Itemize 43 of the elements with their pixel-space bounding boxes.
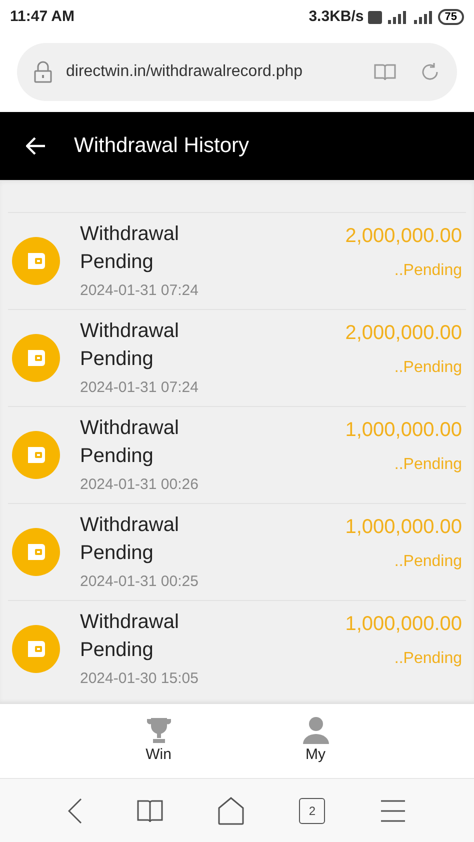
record-date: 2024-01-30 15:05 bbox=[80, 668, 200, 689]
network-speed: 3.3KB/s bbox=[308, 6, 364, 27]
record-amount: 2,000,000.00 bbox=[345, 224, 462, 249]
battery-level: 75 bbox=[438, 9, 464, 25]
record-status: ..Pending bbox=[394, 455, 462, 475]
record-date: 2024-01-31 07:24 bbox=[80, 280, 200, 301]
record-amount: 1,000,000.00 bbox=[345, 612, 462, 637]
page-title: Withdrawal History bbox=[74, 133, 250, 160]
nav-label[interactable]: My bbox=[306, 744, 326, 766]
record-amount: 1,000,000.00 bbox=[345, 515, 462, 540]
record-date: 2024-01-31 00:25 bbox=[80, 572, 200, 592]
status-time: 11:47 AM bbox=[10, 6, 74, 27]
signal-icon bbox=[412, 10, 434, 24]
wallet-icon bbox=[12, 431, 60, 479]
record-status: ..Pending bbox=[394, 649, 462, 669]
person-icon bbox=[302, 716, 330, 744]
back-icon[interactable] bbox=[68, 798, 82, 824]
home-icon[interactable] bbox=[218, 796, 244, 824]
url-text: directwin.in/withdrawalrecord.php bbox=[66, 62, 304, 82]
record-status: ..Pending bbox=[394, 552, 462, 572]
wallet-icon bbox=[12, 334, 60, 382]
menu-icon[interactable] bbox=[380, 800, 406, 822]
lock-icon bbox=[34, 61, 52, 83]
record-title: Withdrawal Pending bbox=[80, 318, 180, 372]
record-date: 2024-01-31 07:24 bbox=[80, 378, 200, 398]
record-title: Withdrawal Pending bbox=[80, 222, 180, 275]
record-amount: 1,000,000.00 bbox=[345, 418, 462, 443]
wallet-icon bbox=[12, 237, 60, 285]
back-arrow-icon[interactable] bbox=[26, 137, 46, 155]
record-title: Withdrawal Pending bbox=[80, 512, 180, 566]
wallet-icon bbox=[12, 528, 60, 576]
book-icon[interactable] bbox=[136, 798, 163, 822]
record-title: Withdrawal Pending bbox=[80, 416, 180, 469]
nav-label[interactable]: Win bbox=[146, 744, 172, 766]
record-status: ..Pending bbox=[394, 261, 462, 281]
trophy-icon bbox=[144, 716, 172, 744]
tabs-button[interactable]: 2 bbox=[299, 798, 326, 824]
signal-icon bbox=[386, 10, 408, 24]
record-date: 2024-01-31 00:26 bbox=[80, 474, 200, 495]
record-status: ..Pending bbox=[394, 358, 462, 378]
wallet-icon bbox=[12, 625, 60, 673]
record-title: Withdrawal Pending bbox=[80, 610, 180, 663]
record-amount: 2,000,000.00 bbox=[345, 321, 462, 346]
